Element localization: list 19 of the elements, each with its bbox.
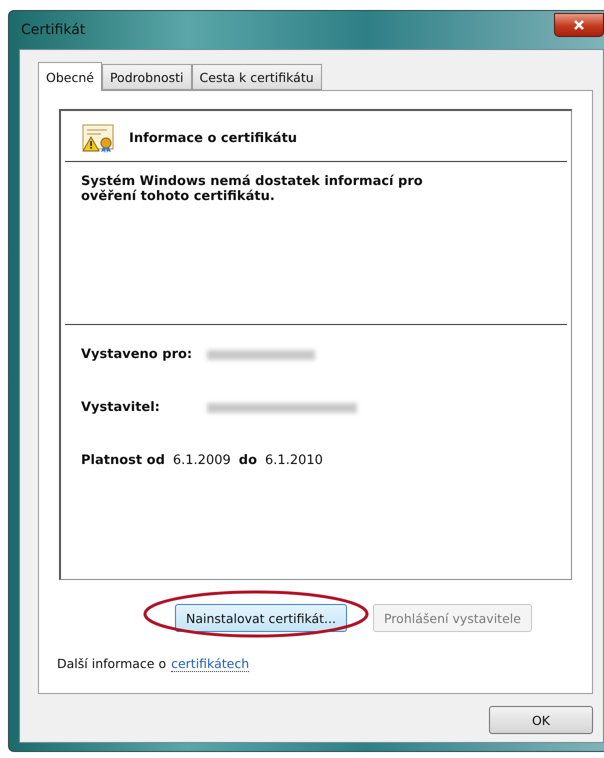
certificate-warning-icon bbox=[81, 123, 115, 153]
ok-button[interactable]: OK bbox=[489, 706, 593, 734]
tab[interactable]: Obecné bbox=[38, 62, 102, 91]
field-label: Platnost od bbox=[81, 453, 165, 468]
close-button[interactable] bbox=[554, 13, 604, 37]
field-value: 6.1.2010 bbox=[265, 453, 323, 468]
dialog-button[interactable]: Nainstalovat certifikát... bbox=[175, 604, 347, 632]
tab[interactable]: Cesta k certifikátu bbox=[192, 64, 322, 90]
info-heading: Informace o certifikátu bbox=[129, 130, 298, 146]
field-label: Vystaveno pro: bbox=[81, 347, 194, 362]
close-icon bbox=[573, 19, 585, 31]
window-title: Certifikát bbox=[20, 22, 86, 38]
field-label: do bbox=[238, 453, 258, 468]
field-label: Vystavitel: bbox=[81, 400, 161, 415]
certificates-link[interactable]: certifikátech bbox=[171, 656, 250, 672]
field-value: 6.1.2009 bbox=[172, 453, 231, 468]
status-message: Systém Windows nemá dostatek informací pro ověření tohoto certifikátu. bbox=[80, 173, 424, 206]
tab[interactable]: Podrobnosti bbox=[102, 64, 192, 90]
info-text: Další informace o bbox=[57, 656, 166, 672]
